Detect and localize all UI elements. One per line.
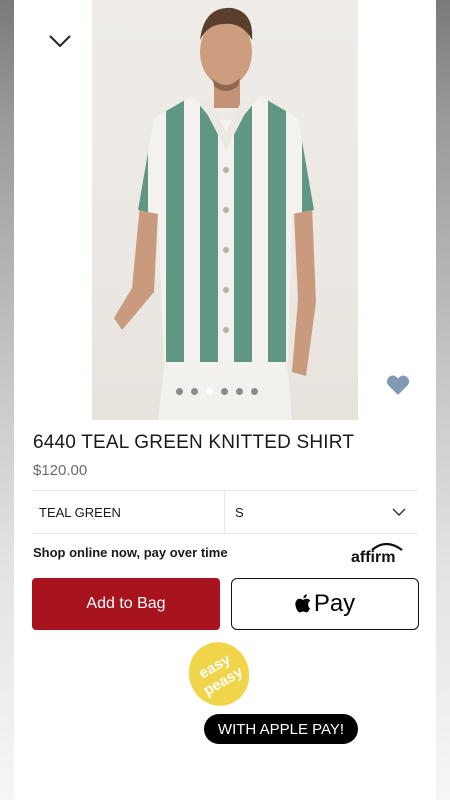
carousel-dot[interactable] [191, 388, 198, 395]
size-value: S [235, 504, 244, 520]
apple-pay-button[interactable]: Pay [231, 578, 419, 630]
product-title: 6440 TEAL GREEN KNITTED SHIRT [33, 432, 355, 453]
image-carousel-dots[interactable] [176, 388, 258, 395]
product-price: $120.00 [33, 462, 88, 479]
carousel-dot[interactable] [176, 388, 183, 395]
color-selector[interactable]: TEAL GREEN [32, 491, 225, 533]
carousel-dot-active[interactable] [206, 388, 213, 395]
carousel-dot[interactable] [251, 388, 258, 395]
color-value: TEAL GREEN [39, 504, 121, 520]
wishlist-button[interactable] [386, 374, 410, 396]
collapse-button[interactable] [44, 28, 76, 56]
sheet-corner [14, 0, 44, 30]
heart-icon [386, 375, 410, 395]
financing-text: Shop online now, pay over time [33, 545, 228, 560]
affirm-logo: affirm [350, 540, 408, 566]
apple-pay-promo-pill: WITH APPLE PAY! [204, 714, 358, 744]
chevron-down-icon [49, 35, 71, 48]
carousel-dot[interactable] [236, 388, 243, 395]
size-selector[interactable]: S [225, 491, 418, 533]
variant-selectors: TEAL GREEN S [32, 490, 418, 534]
chevron-down-icon [392, 508, 406, 516]
affirm-wordmark: affirm [351, 549, 395, 566]
carousel-dot[interactable] [221, 388, 228, 395]
add-to-bag-button[interactable]: Add to Bag [32, 578, 220, 630]
easy-peasy-sticker: easy peasy [186, 640, 252, 708]
add-to-bag-label: Add to Bag [86, 595, 166, 612]
product-image[interactable] [92, 0, 358, 420]
promo-pill-text: WITH APPLE PAY! [217, 720, 345, 738]
model-illustration [114, 7, 316, 420]
apple-pay-label: Pay [313, 590, 356, 617]
apple-logo-icon [295, 594, 311, 613]
